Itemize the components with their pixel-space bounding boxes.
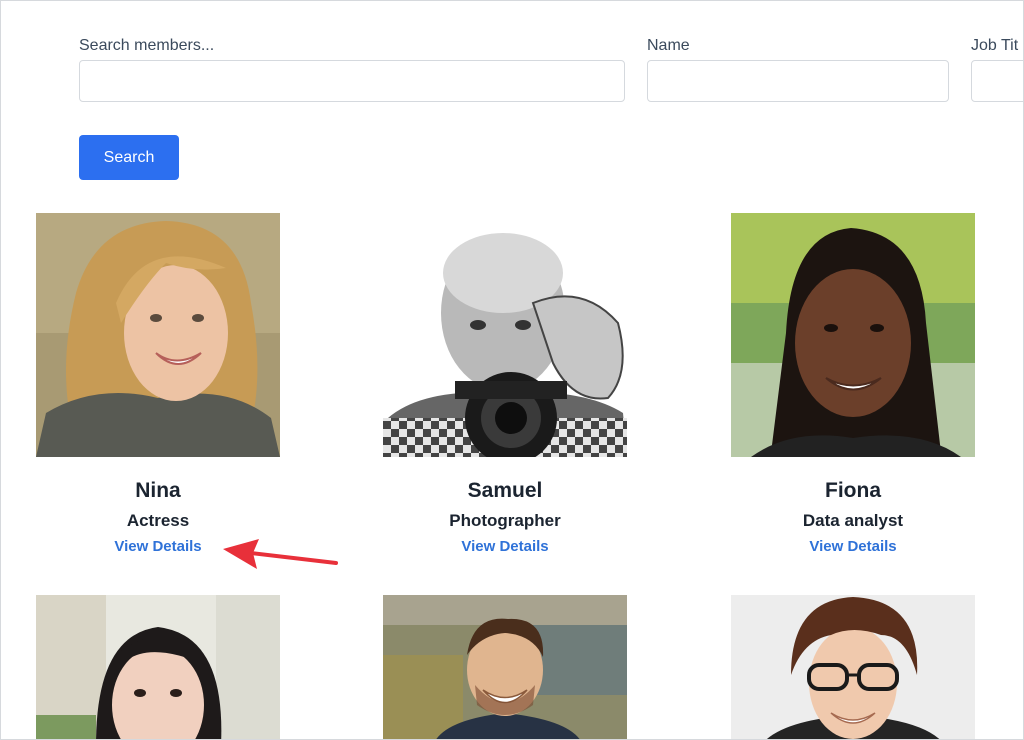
name-filter-input[interactable] (647, 60, 949, 102)
member-name: Fiona (825, 479, 881, 502)
member-name: Nina (135, 479, 181, 502)
member-photo[interactable] (36, 595, 280, 739)
member-name: Samuel (467, 479, 543, 502)
view-details-link[interactable]: View Details (731, 538, 975, 555)
search-button[interactable]: Search (79, 135, 179, 180)
member-photo[interactable] (383, 595, 627, 739)
search-members-label: Search members... (79, 37, 215, 54)
member-job-title: Actress (126, 511, 190, 530)
view-details-link[interactable]: View Details (383, 538, 627, 555)
member-job-title: Photographer (449, 511, 561, 530)
member-photo-samuel[interactable] (383, 213, 627, 457)
job-title-filter-label: Job Tit (971, 37, 1019, 54)
member-photo-nina[interactable] (36, 213, 280, 457)
annotation-arrow-icon (221, 535, 341, 580)
member-photo-fiona[interactable] (731, 213, 975, 457)
member-job-title: Data analyst (802, 511, 904, 530)
search-members-input[interactable] (79, 60, 625, 102)
page-frame: Search members... Name Job Tit Search Ni… (0, 0, 1024, 740)
job-title-filter-input[interactable] (971, 60, 1023, 102)
member-photo[interactable] (731, 595, 975, 739)
name-filter-label: Name (647, 37, 690, 54)
